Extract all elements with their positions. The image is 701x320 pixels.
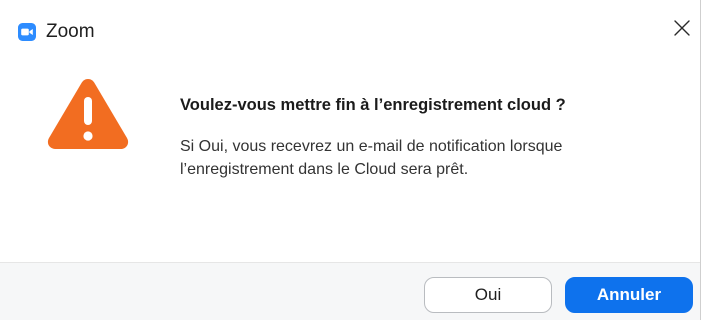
close-icon xyxy=(674,19,690,41)
yes-button[interactable]: Oui xyxy=(424,277,552,313)
window-title: Zoom xyxy=(46,21,95,42)
close-button[interactable] xyxy=(664,12,700,48)
dialog-footer: Oui Annuler xyxy=(0,262,700,320)
dialog-message-line-2: l’enregistrement dans le Cloud sera prêt… xyxy=(180,161,469,178)
dialog-content: Voulez-vous mettre fin à l’enregistremen… xyxy=(0,58,700,262)
dialog-message-line-1: Si Oui, vous recevrez un e-mail de notif… xyxy=(180,138,563,155)
zoom-camera-icon xyxy=(18,23,36,41)
dialog-headline: Voulez-vous mettre fin à l’enregistremen… xyxy=(180,96,566,114)
warning-icon xyxy=(45,74,131,150)
title-bar: Zoom xyxy=(0,0,700,58)
zoom-dialog-window: Zoom Voulez-vous mettre fin à l’enregist… xyxy=(0,0,701,320)
cancel-button[interactable]: Annuler xyxy=(565,277,693,313)
dialog-message: Si Oui, vous recevrez un e-mail de notif… xyxy=(180,135,680,181)
